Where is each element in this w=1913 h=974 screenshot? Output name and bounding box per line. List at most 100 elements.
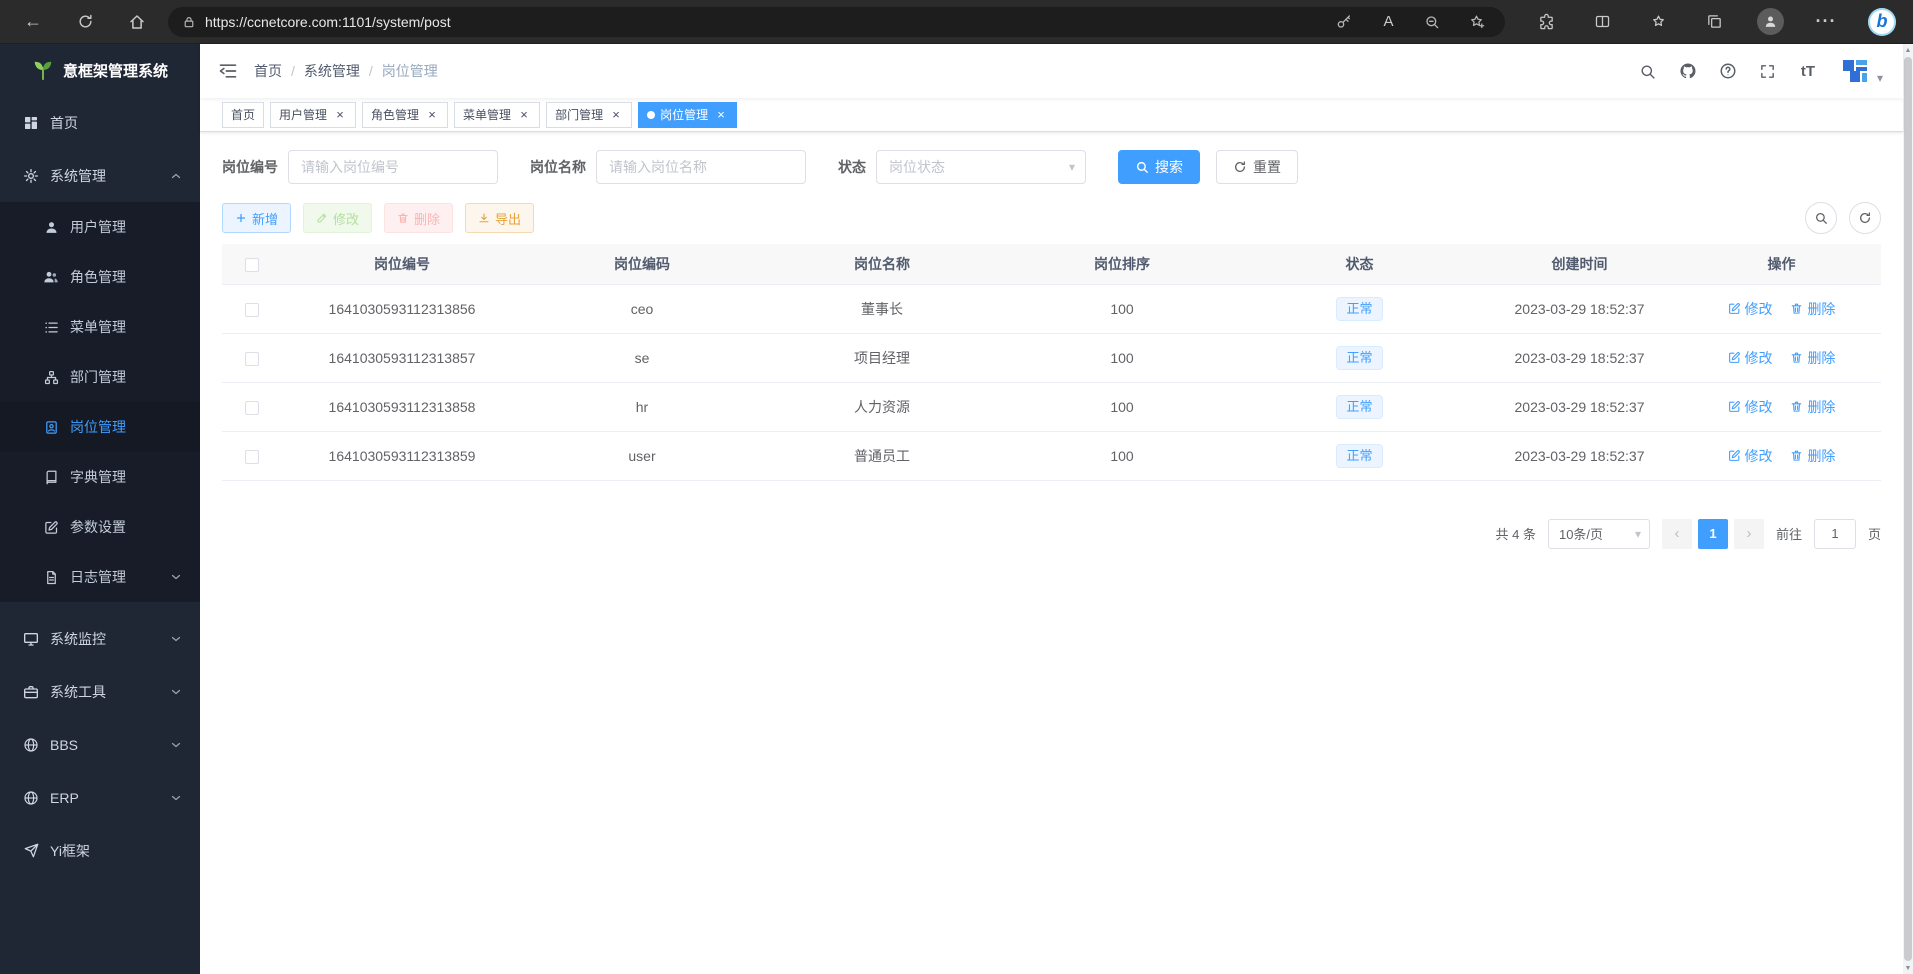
status-select[interactable]: 岗位状态 ▾ <box>876 150 1086 184</box>
row-delete-button[interactable]: 删除 <box>1790 446 1835 466</box>
row-edit-button[interactable]: 修改 <box>1728 299 1773 319</box>
breadcrumb-separator: / <box>291 63 295 79</box>
sidebar-item-system-monitor[interactable]: 系统监控 <box>0 612 200 665</box>
browser-home-button[interactable] <box>118 4 156 40</box>
sidebar-item-yi-framework[interactable]: Yi框架 <box>0 824 200 877</box>
collections-icon[interactable] <box>1697 5 1731 39</box>
url-text[interactable]: https://ccnetcore.com:1101/system/post <box>205 14 1331 30</box>
tab-post-mgmt[interactable]: 岗位管理 × <box>638 102 737 128</box>
extensions-icon[interactable] <box>1529 5 1563 39</box>
browser-refresh-button[interactable] <box>66 4 104 40</box>
font-size-icon[interactable]: tT <box>1791 54 1825 88</box>
edit-button[interactable]: 修改 <box>303 203 372 233</box>
tab-close-icon[interactable]: × <box>609 108 623 122</box>
trash-icon <box>1790 302 1803 315</box>
prev-page-button[interactable]: ‹ <box>1662 519 1692 549</box>
sidebar-groups: 系统监控 系统工具 BBS ERP <box>0 602 200 877</box>
breadcrumb-home[interactable]: 首页 <box>254 61 282 81</box>
add-button[interactable]: 新增 <box>222 203 291 233</box>
post-name-input[interactable] <box>596 150 806 184</box>
sidebar-item-erp[interactable]: ERP <box>0 771 200 824</box>
tab-close-icon[interactable]: × <box>425 108 439 122</box>
copilot-bing-icon[interactable]: b <box>1865 5 1899 39</box>
table-row[interactable]: 1641030593112313858 hr 人力资源 100 正常 2023-… <box>222 382 1881 431</box>
tab-dept-mgmt[interactable]: 部门管理 × <box>546 102 632 128</box>
scrollbar-up-arrow-icon[interactable]: ▲ <box>1905 44 1912 56</box>
address-bar[interactable]: https://ccnetcore.com:1101/system/post A <box>168 7 1505 37</box>
split-screen-icon[interactable] <box>1585 5 1619 39</box>
row-checkbox[interactable] <box>245 450 259 464</box>
fullscreen-icon[interactable] <box>1751 54 1785 88</box>
table-row[interactable]: 1641030593112313859 user 普通员工 100 正常 202… <box>222 431 1881 480</box>
sidebar-item-bbs[interactable]: BBS <box>0 718 200 771</box>
search-form: 岗位编号 岗位名称 状态 岗位状态 ▾ <box>222 150 1881 184</box>
header-search-icon[interactable] <box>1631 54 1665 88</box>
next-page-button[interactable]: › <box>1734 519 1764 549</box>
browser-back-button[interactable]: ← <box>14 4 52 40</box>
page-scrollbar[interactable]: ▲ ▼ <box>1903 44 1913 974</box>
sidebar-item-dict-mgmt[interactable]: 字典管理 <box>0 452 200 502</box>
browser-settings-menu-icon[interactable]: ··· <box>1809 5 1843 39</box>
add-favorite-star-icon[interactable] <box>1463 9 1489 35</box>
sidebar-collapse-icon[interactable] <box>218 61 238 81</box>
row-edit-button[interactable]: 修改 <box>1728 348 1773 368</box>
scrollbar-thumb[interactable] <box>1904 57 1912 961</box>
sidebar-item-home[interactable]: 首页 <box>0 96 200 149</box>
zoom-out-icon[interactable] <box>1419 9 1445 35</box>
post-code-input[interactable] <box>288 150 498 184</box>
search-button[interactable]: 搜索 <box>1118 150 1200 184</box>
sidebar-item-log-mgmt[interactable]: 日志管理 <box>0 552 200 602</box>
row-edit-button[interactable]: 修改 <box>1728 397 1773 417</box>
browser-profile-avatar[interactable] <box>1753 5 1787 39</box>
table-row[interactable]: 1641030593112313856 ceo 董事长 100 正常 2023-… <box>222 284 1881 333</box>
delete-button[interactable]: 删除 <box>384 203 453 233</box>
sidebar-item-post-mgmt[interactable]: 岗位管理 <box>0 402 200 452</box>
tab-close-icon[interactable]: × <box>517 108 531 122</box>
sidebar-item-role-mgmt[interactable]: 角色管理 <box>0 252 200 302</box>
row-delete-button[interactable]: 删除 <box>1790 348 1835 368</box>
breadcrumb-section[interactable]: 系统管理 <box>304 61 360 81</box>
sidebar-item-menu-mgmt[interactable]: 菜单管理 <box>0 302 200 352</box>
reset-button[interactable]: 重置 <box>1216 150 1298 184</box>
row-checkbox[interactable] <box>245 303 259 317</box>
table-row[interactable]: 1641030593112313857 se 项目经理 100 正常 2023-… <box>222 333 1881 382</box>
export-button[interactable]: 导出 <box>465 203 534 233</box>
row-delete-button[interactable]: 删除 <box>1790 397 1835 417</box>
password-key-icon[interactable] <box>1331 9 1357 35</box>
favorites-icon[interactable] <box>1641 5 1675 39</box>
tab-role-mgmt[interactable]: 角色管理 × <box>362 102 448 128</box>
sidebar-item-label: 首页 <box>50 113 78 133</box>
sidebar-item-system[interactable]: 系统管理 <box>0 149 200 202</box>
sidebar-item-dept-mgmt[interactable]: 部门管理 <box>0 352 200 402</box>
toggle-search-button[interactable] <box>1805 202 1837 234</box>
table-toolbar-right <box>1805 202 1881 234</box>
trash-icon <box>1790 400 1803 413</box>
tab-user-mgmt[interactable]: 用户管理 × <box>270 102 356 128</box>
tab-home[interactable]: 首页 <box>222 102 264 128</box>
tab-close-icon[interactable]: × <box>333 108 347 122</box>
user-avatar-logo[interactable] <box>1839 55 1871 87</box>
site-info-lock-icon[interactable] <box>182 15 196 29</box>
goto-page-input[interactable] <box>1814 519 1856 549</box>
row-delete-button[interactable]: 删除 <box>1790 299 1835 319</box>
column-status: 状态 <box>1242 244 1477 284</box>
row-checkbox[interactable] <box>245 352 259 366</box>
chevron-up-icon <box>170 170 182 182</box>
sidebar-item-user-mgmt[interactable]: 用户管理 <box>0 202 200 252</box>
app-logo[interactable]: 意框架管理系统 <box>0 44 200 96</box>
select-all-checkbox[interactable] <box>245 258 259 272</box>
refresh-table-button[interactable] <box>1849 202 1881 234</box>
page-number-1[interactable]: 1 <box>1698 519 1728 549</box>
read-aloud-icon[interactable]: A <box>1375 9 1401 35</box>
page-size-select[interactable]: 10条/页 ▾ <box>1548 519 1650 549</box>
tab-close-icon[interactable]: × <box>714 108 728 122</box>
row-checkbox[interactable] <box>245 401 259 415</box>
row-edit-button[interactable]: 修改 <box>1728 446 1773 466</box>
sidebar-item-param-settings[interactable]: 参数设置 <box>0 502 200 552</box>
github-icon[interactable] <box>1671 54 1705 88</box>
user-menu-caret-icon[interactable]: ▾ <box>1877 71 1883 85</box>
sidebar-item-system-tools[interactable]: 系统工具 <box>0 665 200 718</box>
scrollbar-down-arrow-icon[interactable]: ▼ <box>1905 962 1912 974</box>
help-question-icon[interactable] <box>1711 54 1745 88</box>
tab-menu-mgmt[interactable]: 菜单管理 × <box>454 102 540 128</box>
